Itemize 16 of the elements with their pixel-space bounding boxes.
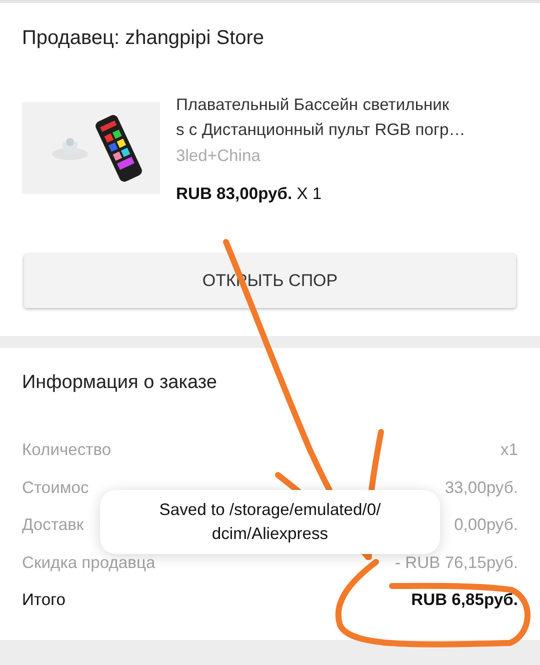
row-label: Количество (22, 440, 112, 461)
row-label: Итого (22, 590, 66, 611)
row-value: 33,00руб. (444, 478, 518, 498)
row-label: Доставк (22, 515, 84, 536)
row-label: Скидка продавца (22, 552, 156, 574)
row-value: RUB 6,85руб. (411, 590, 518, 611)
row-label: Стоимос (22, 478, 89, 498)
product-title[interactable]: Плавательный Бассейн светильник s с Дистанционный пульт RGB погр… (176, 92, 516, 142)
row-value: 0,00руб. (454, 515, 518, 536)
price-text: RUB 83,00руб. X 1 (176, 184, 323, 204)
toast-message: Saved to /storage/emulated/0/ dcim/Aliexpress (100, 490, 440, 554)
row-value: x1 (500, 440, 518, 461)
row-value: - RUB 76,15руб. (395, 552, 518, 574)
variant-text: 3led+China (176, 146, 262, 166)
section-title: Информация о заказе (22, 372, 218, 394)
seller-name: Продавец: zhangpipi Store (22, 27, 266, 50)
